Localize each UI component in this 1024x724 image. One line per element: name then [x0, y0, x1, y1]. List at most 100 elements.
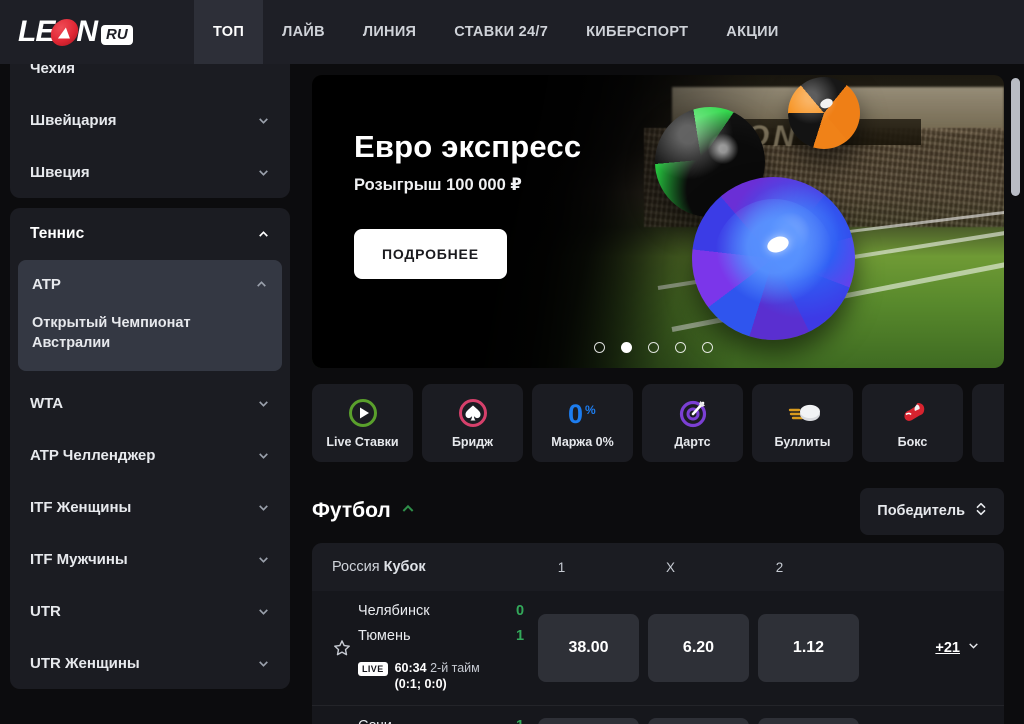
banner-details-button[interactable]: ПОДРОБНЕЕ	[354, 229, 507, 279]
quick-link-bullets[interactable]: Буллиты	[752, 384, 853, 462]
logo-text-leading: LE	[18, 15, 55, 48]
match-teams: Сочи 1	[358, 718, 538, 724]
sidebar-item-label: Чехия	[30, 64, 75, 77]
sidebar-item-clipped[interactable]: Чехия	[10, 64, 290, 94]
home-team-name: Сочи	[358, 718, 516, 724]
quick-link-esports[interactable]: Кибер	[972, 384, 1004, 462]
svg-text:0: 0	[568, 399, 583, 428]
quick-link-label: Дартс	[674, 434, 711, 449]
play-circle-icon	[348, 398, 378, 428]
quick-link-label: Бокс	[897, 434, 928, 449]
sidebar-item-wta[interactable]: WTA	[10, 377, 290, 429]
home-team-line: Челябинск 0	[358, 603, 538, 628]
home-team-score: 1	[516, 718, 538, 724]
brand-logo[interactable]: LE N RU	[0, 0, 194, 64]
soccer-ball-orange-icon	[788, 77, 860, 149]
market-selector-label: Победитель	[877, 503, 965, 519]
carousel-dot-1[interactable]	[594, 342, 605, 353]
quick-link-boxing[interactable]: Бокс	[862, 384, 963, 462]
banner-carousel-dots	[594, 342, 713, 353]
sort-updown-icon	[975, 501, 987, 521]
quick-link-zero-margin[interactable]: 0 % Маржа 0%	[532, 384, 633, 462]
sidebar-item-utr-women[interactable]: UTR Женщины	[10, 637, 290, 689]
column-header-1: 1	[557, 559, 566, 575]
sidebar-item-label: WTA	[30, 394, 64, 412]
quick-link-label: Маржа 0%	[551, 434, 614, 449]
sidebar-item-label: UTR	[30, 602, 61, 620]
quick-link-bridge[interactable]: Бридж	[422, 384, 523, 462]
home-team-name: Челябинск	[358, 603, 430, 619]
live-meta: 60:34 2-й тайм (0:1; 0:0)	[395, 660, 480, 693]
sidebar-item-switzerland[interactable]: Швейцария	[10, 94, 290, 146]
sidebar-item-atp-challenger[interactable]: ATP Челленджер	[10, 429, 290, 481]
banner-title: Евро экспресс	[354, 129, 582, 164]
sidebar-item-label: Швеция	[30, 163, 90, 181]
quick-link-live-bets[interactable]: Live Ставки	[312, 384, 413, 462]
banner-subtitle: Розыгрыш 100 000 ₽	[354, 176, 522, 194]
svg-text:%: %	[585, 403, 596, 417]
nav-item-esports[interactable]: КИБЕРСПОРТ	[567, 0, 707, 64]
main-nav: ТОП ЛАЙВ ЛИНИЯ СТАВКИ 24/7 КИБЕРСПОРТ АК…	[194, 0, 798, 64]
nav-item-live[interactable]: ЛАЙВ	[263, 0, 344, 64]
page-stage: Чехия Швейцария Швеция Теннис ATP Открыт…	[0, 64, 1024, 724]
main-content: LEON Евро экспресс Розыгрыш 100 000 ₽ ПО…	[300, 64, 1024, 724]
carousel-dot-3[interactable]	[648, 342, 659, 353]
favorite-star-icon[interactable]	[326, 638, 358, 658]
sidebar-item-label: ITF Женщины	[30, 498, 132, 516]
more-markets[interactable]: +21	[859, 639, 984, 657]
chevron-down-icon	[257, 449, 270, 462]
carousel-dot-5[interactable]	[702, 342, 713, 353]
page-scrollbar-thumb[interactable]	[1011, 78, 1020, 196]
quick-link-darts[interactable]: Дартс	[642, 384, 743, 462]
sports-sidebar[interactable]: Чехия Швейцария Швеция Теннис ATP Открыт…	[0, 64, 300, 724]
away-team-score: 1	[516, 628, 525, 644]
odd-button-1[interactable]: 38.00	[538, 613, 639, 682]
chevron-down-icon	[257, 166, 270, 179]
app-header: LE N RU ТОП ЛАЙВ ЛИНИЯ СТАВКИ 24/7 КИБЕР…	[0, 0, 1024, 64]
odd-button-1[interactable]	[538, 717, 639, 724]
carousel-dot-2[interactable]	[621, 342, 632, 353]
sidebar-item-atp[interactable]: ATP	[18, 260, 282, 308]
column-header-2: 2	[775, 559, 784, 575]
odd-button-x[interactable]	[648, 717, 749, 724]
odd-button-2[interactable]: 1.12	[758, 613, 859, 682]
chevron-down-icon	[257, 114, 270, 127]
sport-title-football[interactable]: Футбол	[312, 499, 416, 523]
market-selector[interactable]: Победитель	[860, 487, 1004, 535]
tennis-subitems: WTA ATP Челленджер ITF Женщины ITF Мужчи…	[10, 377, 290, 689]
chevron-up-icon	[400, 499, 416, 523]
puck-icon	[788, 398, 820, 428]
boxing-glove-icon	[898, 398, 928, 428]
sport-section-header: Футбол Победитель	[312, 487, 1004, 535]
sidebar-group-tennis[interactable]: Теннис	[10, 208, 290, 260]
sidebar-item-sweden[interactable]: Швеция	[10, 146, 290, 198]
promo-banner[interactable]: LEON Евро экспресс Розыгрыш 100 000 ₽ ПО…	[312, 75, 1004, 368]
nav-item-top[interactable]: ТОП	[194, 0, 264, 64]
odd-button-2[interactable]	[758, 717, 859, 724]
sidebar-item-itf-women[interactable]: ITF Женщины	[10, 481, 290, 533]
table-row[interactable]: Сочи 1	[312, 706, 1004, 724]
sidebar-item-label: ATP	[32, 275, 61, 293]
nav-item-line[interactable]: ЛИНИЯ	[344, 0, 435, 64]
league-country: Россия	[332, 559, 380, 575]
odd-button-x[interactable]: 6.20	[648, 613, 749, 682]
league-title: Кубок	[383, 559, 426, 575]
sidebar-item-itf-men[interactable]: ITF Мужчины	[10, 533, 290, 585]
nav-item-bets247[interactable]: СТАВКИ 24/7	[435, 0, 567, 64]
sidebar-item-australian-open[interactable]: Открытый Чемпионат Австралии	[18, 308, 282, 371]
match-period: 2-й тайм	[430, 661, 480, 675]
carousel-dot-4[interactable]	[675, 342, 686, 353]
more-markets-label[interactable]: +21	[935, 640, 960, 656]
sidebar-item-label: Швейцария	[30, 111, 117, 129]
table-row[interactable]: Челябинск 0 Тюмень 1 LIVE 60:34 2-й тайм…	[312, 591, 1004, 706]
nav-item-promos[interactable]: АКЦИИ	[707, 0, 797, 64]
soccer-ball-blue-icon	[692, 177, 855, 340]
chevron-down-icon	[257, 657, 270, 670]
sidebar-item-utr[interactable]: UTR	[10, 585, 290, 637]
sport-title-label: Футбол	[312, 499, 391, 522]
logo-text-trailing: N	[76, 15, 98, 48]
sidebar-item-label: ITF Мужчины	[30, 550, 128, 568]
sidebar-item-label: ATP Челленджер	[30, 446, 156, 464]
dartboard-icon	[678, 398, 708, 428]
league-header-row[interactable]: Россия Кубок 1 X 2	[312, 543, 1004, 591]
